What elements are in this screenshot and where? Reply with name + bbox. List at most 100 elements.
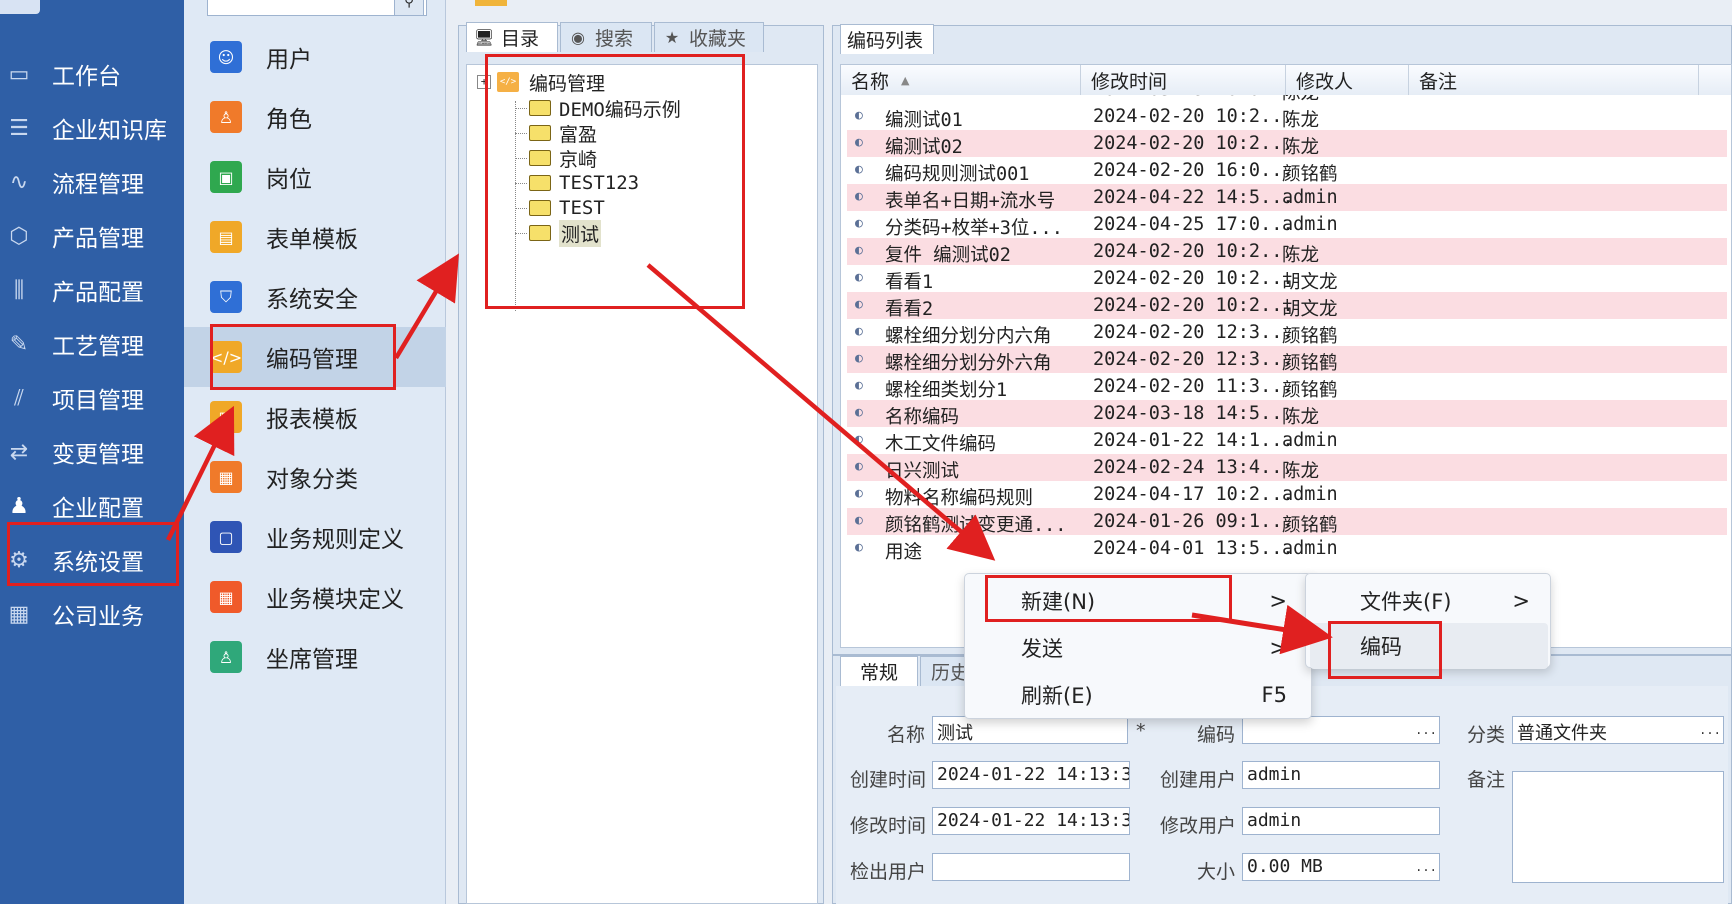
module-business-rule[interactable]: ▢ 业务规则定义 bbox=[184, 507, 446, 567]
module-seat[interactable]: ♙ 坐席管理 bbox=[184, 627, 446, 687]
table-row[interactable]: ◐ 物料名称编码规则 2024-04-17 10:2... admin bbox=[847, 481, 1727, 509]
table-row[interactable]: ◐ 日兴测试 2024-02-24 13:4... 陈龙 bbox=[847, 454, 1727, 482]
table-row[interactable]: ◐ 分类码+枚举+3位... 2024-04-25 17:0... admin bbox=[847, 211, 1727, 239]
nav-item-project[interactable]: ⫽ 项目管理 bbox=[0, 368, 184, 428]
table-row[interactable]: ◐ 螺栓细分划分外六角 2024-02-20 12:3... 颜铭鹤 bbox=[847, 346, 1727, 374]
module-object-category[interactable]: ▦ 对象分类 bbox=[184, 447, 446, 507]
cell-modifier: admin bbox=[1282, 538, 1338, 559]
nav-item-product-config[interactable]: ⫼ 产品配置 bbox=[0, 260, 184, 320]
browse-button[interactable]: ... bbox=[1415, 719, 1437, 741]
module-business-module[interactable]: ▦ 业务模块定义 bbox=[184, 567, 446, 627]
created-user-label: 创建用户 bbox=[1159, 769, 1236, 791]
column-header-name[interactable]: 名称 ▲ bbox=[841, 65, 1081, 95]
module-form-template[interactable]: ▤ 表单模板 bbox=[184, 207, 446, 267]
tree-node[interactable]: 京崎 bbox=[515, 146, 597, 171]
modified-user-field[interactable]: admin bbox=[1242, 807, 1440, 835]
cell-name: 表单名+日期+流水号 bbox=[885, 191, 1056, 212]
size-field[interactable]: 0.00 MB... bbox=[1242, 853, 1440, 881]
cell-modifier: 陈龙 bbox=[1282, 245, 1320, 266]
module-report-template[interactable]: ▥ 报表模板 bbox=[184, 387, 446, 447]
browse-button[interactable]: ... bbox=[1415, 856, 1437, 878]
sliders-icon: ⫼ bbox=[13, 277, 25, 303]
tree-node-selected[interactable]: 测试 bbox=[515, 219, 602, 247]
module-list: ☺ 用户 ♙ 角色 ▣ 岗位 ▤ 表单模板 ⛉ 系统安全 </> 编码管理 ▥ 报表模板 ▦ 对… bbox=[184, 0, 446, 904]
nav-item-change[interactable]: ⇄ 变更管理 bbox=[0, 422, 184, 482]
tab-directory[interactable]: 🖥 目录 bbox=[466, 22, 558, 52]
code-rule-icon: ◐ bbox=[855, 108, 863, 123]
tree-root[interactable]: + </> 编码管理 bbox=[477, 70, 605, 95]
nav-item-business[interactable]: ▦ 公司业务 bbox=[0, 584, 184, 644]
code-rule-icon: ◐ bbox=[855, 486, 863, 501]
tab-favorites[interactable]: ★ 收藏夹 bbox=[654, 22, 764, 52]
expand-icon[interactable]: + bbox=[477, 75, 491, 89]
nav-item-system[interactable]: ⚙ 系统设置 bbox=[0, 530, 184, 590]
chevron-right-icon: > bbox=[1269, 636, 1287, 660]
sort-asc-icon: ▲ bbox=[901, 73, 910, 87]
column-header-note[interactable]: 备注 bbox=[1409, 65, 1699, 95]
folder-icon bbox=[529, 225, 551, 241]
module-code-management[interactable]: </> 编码管理 bbox=[184, 327, 446, 387]
table-row[interactable]: ◐ 编测试01 2024-02-20 10:2... 陈龙 bbox=[847, 103, 1727, 131]
menu-item-new-folder[interactable]: 文件夹(F) > bbox=[1306, 578, 1550, 624]
tree-node[interactable]: TEST123 bbox=[515, 171, 639, 195]
name-label: 名称 bbox=[886, 724, 925, 746]
menu-item-send[interactable]: 发送 > bbox=[965, 625, 1311, 671]
column-header-modified-time[interactable]: 修改时间 bbox=[1081, 65, 1286, 95]
code-rule-icon: ◐ bbox=[855, 189, 863, 204]
module-post[interactable]: ▣ 岗位 bbox=[184, 147, 446, 207]
table-row-partial[interactable]: ◐1242024-03-29 10:0...陈龙 bbox=[847, 95, 1727, 104]
submenu-new: 文件夹(F) > 编码 bbox=[1305, 573, 1551, 669]
menu-item-new[interactable]: 新建(N) > bbox=[965, 578, 1311, 624]
module-security[interactable]: ⛉ 系统安全 bbox=[184, 267, 446, 327]
name-field[interactable]: 测试 bbox=[932, 716, 1128, 744]
table-row[interactable]: ◐ 复件 编测试02 2024-02-20 10:2... 陈龙 bbox=[847, 238, 1727, 266]
menu-item-refresh[interactable]: 刷新(E) F5 bbox=[965, 672, 1311, 718]
seat-icon: ♙ bbox=[210, 641, 242, 673]
tree-node[interactable]: 富盈 bbox=[515, 121, 597, 146]
table-row[interactable]: ◐ 看看2 2024-02-20 10:2... 胡文龙 bbox=[847, 292, 1727, 320]
module-user[interactable]: ☺ 用户 bbox=[184, 27, 446, 87]
code-rule-icon: ◐ bbox=[855, 459, 863, 474]
note-textarea[interactable] bbox=[1512, 771, 1724, 883]
table-row[interactable]: ◐ 用途 2024-04-01 13:5... admin bbox=[847, 535, 1727, 563]
table-row[interactable]: ◐ 看看1 2024-02-20 10:2... 胡文龙 bbox=[847, 265, 1727, 293]
code-field[interactable]: ... bbox=[1242, 716, 1440, 744]
folder-icon bbox=[529, 175, 551, 191]
table-row[interactable]: ◐ 编码规则测试001 2024-02-20 16:0... 颜铭鹤 bbox=[847, 157, 1727, 185]
search-icon[interactable]: ⚲ bbox=[394, 0, 424, 16]
table-row[interactable]: ◐ 螺栓细类划分1 2024-02-20 11:3... 颜铭鹤 bbox=[847, 373, 1727, 401]
nav-item-knowledge[interactable]: ☰ 企业知识库 bbox=[0, 98, 184, 158]
created-time-field[interactable]: 2024-01-22 14:13:34 bbox=[932, 761, 1130, 789]
module-role[interactable]: ♙ 角色 bbox=[184, 87, 446, 147]
nav-item-enterprise-config[interactable]: ♟ 企业配置 bbox=[0, 476, 184, 536]
tree-node[interactable]: TEST bbox=[515, 196, 605, 220]
table-row[interactable]: ◐ 木工文件编码 2024-01-22 14:1... admin bbox=[847, 427, 1727, 455]
post-icon: ▣ bbox=[210, 161, 242, 193]
checkout-user-field[interactable] bbox=[932, 853, 1130, 881]
table-row[interactable]: ◐ 颜铭鹤测试变更通... 2024-01-26 09:1... 颜铭鹤 bbox=[847, 508, 1727, 536]
created-user-field[interactable]: admin bbox=[1242, 761, 1440, 789]
nav-item-workbench[interactable]: ▭ 工作台 bbox=[0, 44, 184, 104]
menu-item-new-code[interactable]: 编码 bbox=[1310, 623, 1548, 669]
nav-item-craft[interactable]: ✎ 工艺管理 bbox=[0, 314, 184, 374]
tab-general[interactable]: 常规 bbox=[840, 656, 918, 686]
form-icon: ▤ bbox=[210, 221, 242, 253]
nav-item-process[interactable]: ∿ 流程管理 bbox=[0, 152, 184, 212]
nav-item-product[interactable]: ⬡ 产品管理 bbox=[0, 206, 184, 266]
tab-search[interactable]: ◉ 搜索 bbox=[560, 22, 652, 52]
tab-code-list[interactable]: 编码列表 bbox=[840, 24, 934, 54]
category-field[interactable]: 普通文件夹... bbox=[1512, 716, 1724, 744]
cell-modified-time: 2024-02-20 12:3... bbox=[1093, 322, 1294, 343]
table-row[interactable]: ◐ 编测试02 2024-02-20 10:2... 陈龙 bbox=[847, 130, 1727, 158]
browse-button[interactable]: ... bbox=[1699, 719, 1721, 741]
modified-time-field[interactable]: 2024-01-22 14:13:34 bbox=[932, 807, 1130, 835]
table-row[interactable]: ◐ 名称编码 2024-03-18 14:5... 陈龙 bbox=[847, 400, 1727, 428]
cell-modified-time: 2024-03-29 10:0... bbox=[1093, 95, 1293, 100]
column-header-modifier[interactable]: 修改人 bbox=[1286, 65, 1409, 95]
code-rule-icon: ◐ bbox=[855, 162, 863, 177]
folder-icon bbox=[529, 125, 551, 141]
tree-node[interactable]: DEMO编码示例 bbox=[515, 96, 681, 121]
category-label: 分类 bbox=[1466, 724, 1505, 746]
table-row[interactable]: ◐ 表单名+日期+流水号 2024-04-22 14:5... admin bbox=[847, 184, 1727, 212]
table-row[interactable]: ◐ 螺栓细分划分内六角 2024-02-20 12:3... 颜铭鹤 bbox=[847, 319, 1727, 347]
